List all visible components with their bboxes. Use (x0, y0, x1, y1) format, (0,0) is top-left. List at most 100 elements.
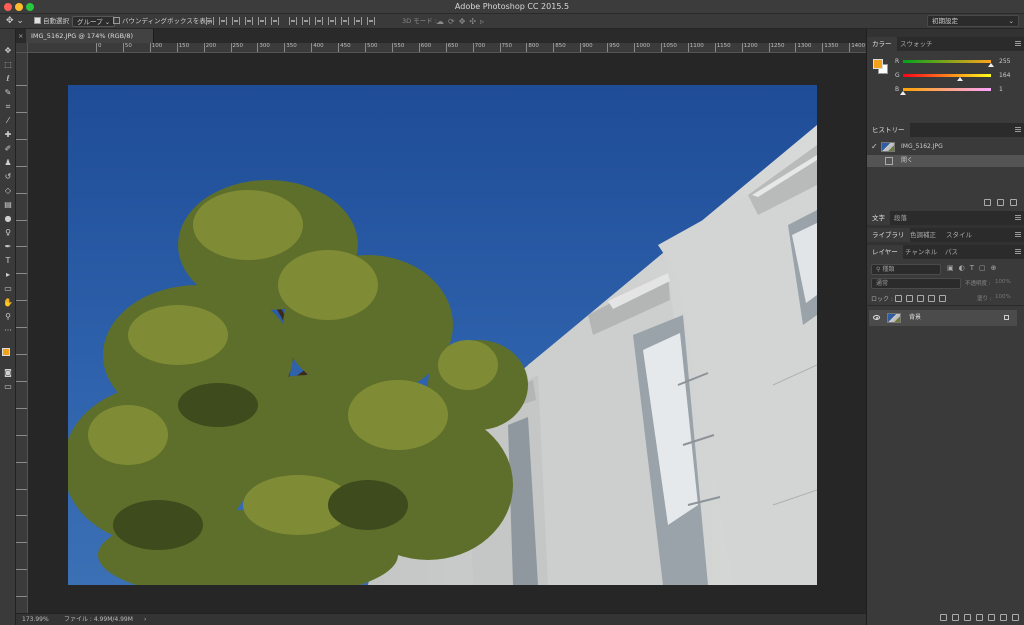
brush-tool[interactable]: ✐ (3, 144, 13, 154)
tab-adjustments[interactable]: 色調補正 (905, 228, 941, 242)
3d-mode-icons[interactable]: ☁⟳✥✣▹ (436, 16, 488, 27)
auto-align-icon[interactable] (367, 17, 375, 25)
distribute-left-icon[interactable] (328, 17, 336, 25)
quick-select-tool[interactable]: ✎ (3, 88, 13, 98)
new-layer-icon[interactable] (1000, 614, 1007, 621)
hand-tool[interactable]: ✋ (3, 298, 13, 308)
ruler-origin[interactable] (16, 43, 28, 53)
layer-filter-icons[interactable]: ▣◐T▢⊕ (947, 264, 1001, 272)
align-hcenter-icon[interactable] (258, 17, 266, 25)
panel-menu-icon[interactable] (1015, 232, 1021, 237)
history-state[interactable]: 開く (867, 155, 1024, 167)
align-top-icon[interactable] (206, 17, 214, 25)
blend-mode-dropdown[interactable]: 通常 (871, 278, 961, 289)
more-tools[interactable]: ··· (3, 326, 13, 336)
crop-tool[interactable]: ⌗ (3, 102, 13, 112)
tab-styles[interactable]: スタイル (941, 228, 977, 242)
tab-paths[interactable]: パス (940, 245, 963, 259)
lasso-tool[interactable]: ℓ (3, 74, 13, 84)
path-select-tool[interactable]: ▸ (3, 270, 13, 280)
lock-all-icon[interactable] (939, 295, 946, 302)
shape-tool[interactable]: ▭ (3, 284, 13, 294)
add-mask-icon[interactable] (964, 614, 971, 621)
tab-layers[interactable]: レイヤー (867, 245, 903, 259)
workspace-switcher[interactable]: 初期設定 ⌄ (927, 15, 1019, 27)
move-tool-preset-icon[interactable]: ✥ ⌄ (6, 16, 24, 27)
tab-history[interactable]: ヒストリー (867, 123, 910, 137)
slider-thumb-icon[interactable] (900, 91, 907, 95)
channel-value[interactable]: 164 (999, 72, 1010, 79)
align-left-icon[interactable] (245, 17, 253, 25)
layer-filter-dropdown[interactable]: ⚲ 種類 (871, 264, 941, 275)
visibility-eye-icon[interactable] (873, 315, 880, 320)
status-menu-arrow[interactable]: › (144, 614, 146, 625)
panel-menu-icon[interactable] (1015, 41, 1021, 46)
auto-select-target-dropdown[interactable]: グループ ⌄ (72, 16, 116, 27)
document-tab[interactable]: × IMG_5162.JPG @ 174% (RGB/8) (18, 29, 154, 43)
bounding-box-checkbox[interactable]: バウンディングボックスを表示 (113, 16, 212, 27)
slider-thumb-icon[interactable] (988, 63, 994, 67)
screen-mode-icon[interactable]: ▭ (3, 382, 13, 392)
channel-value[interactable]: 255 (999, 58, 1010, 65)
slider-thumb-icon[interactable] (956, 77, 963, 81)
trash-icon[interactable] (1012, 614, 1019, 621)
brush-source-icon[interactable]: ✓ (871, 141, 878, 153)
healing-tool[interactable]: ✚ (3, 130, 13, 140)
type-tool[interactable]: T (3, 256, 13, 266)
pen-tool[interactable]: ✒ (3, 242, 13, 252)
move-tool[interactable]: ✥ (3, 46, 13, 56)
quick-mask-icon[interactable]: ◙ (3, 368, 13, 378)
gradient-tool[interactable]: ▤ (3, 200, 13, 210)
new-snapshot-icon[interactable] (997, 199, 1004, 206)
align-right-icon[interactable] (271, 17, 279, 25)
panel-menu-icon[interactable] (1015, 127, 1021, 132)
tab-paragraph[interactable]: 段落 (889, 211, 912, 225)
opacity-value[interactable]: 100% (995, 279, 1011, 285)
channel-slider[interactable] (903, 88, 991, 91)
lock-transparent-icon[interactable] (895, 295, 902, 302)
file-size-info[interactable]: ファイル : 4.99M/4.99M (64, 614, 133, 625)
tab-color[interactable]: カラー (867, 37, 897, 51)
history-brush-tool[interactable]: ↺ (3, 172, 13, 182)
document-image[interactable] (68, 85, 817, 585)
zoom-tool[interactable]: ⚲ (3, 312, 13, 322)
foreground-color-swatch[interactable] (2, 348, 10, 356)
channel-slider[interactable] (903, 74, 991, 77)
auto-select-checkbox[interactable]: 自動選択 : (34, 16, 73, 27)
tab-channels[interactable]: チャンネル (900, 245, 942, 259)
new-group-icon[interactable] (988, 614, 995, 621)
align-vcenter-icon[interactable] (219, 17, 227, 25)
tab-character[interactable]: 文字 (867, 211, 890, 225)
layer-style-icon[interactable] (952, 614, 959, 621)
distribute-right-icon[interactable] (354, 17, 362, 25)
lock-position-icon[interactable] (917, 295, 924, 302)
dodge-tool[interactable]: ♀ (3, 228, 13, 238)
stamp-tool[interactable]: ♟ (3, 158, 13, 168)
eraser-tool[interactable]: ◇ (3, 186, 13, 196)
distribute-top-icon[interactable] (289, 17, 297, 25)
history-snapshot[interactable]: ✓ IMG_5162.JPG (867, 141, 1024, 153)
tab-swatches[interactable]: スウォッチ (895, 37, 938, 51)
zoom-level[interactable]: 173.99% (22, 614, 49, 625)
vertical-ruler[interactable] (16, 43, 28, 613)
eyedropper-tool[interactable]: ⁄ (3, 116, 13, 126)
link-layers-icon[interactable] (940, 614, 947, 621)
lock-icon[interactable] (1004, 315, 1009, 320)
layer-row-background[interactable]: 背景 (869, 310, 1017, 326)
distribute-vcenter-icon[interactable] (302, 17, 310, 25)
color-swatches[interactable] (2, 348, 14, 362)
channel-slider[interactable] (903, 60, 991, 63)
lock-image-icon[interactable] (906, 295, 913, 302)
marquee-tool[interactable]: ⬚ (3, 60, 13, 70)
tab-libraries[interactable]: ライブラリ (867, 228, 910, 242)
horizontal-ruler[interactable]: 0 50 100 150 200 250 300 350 400 450 500 550 600 650 7… (28, 43, 866, 53)
close-tab-icon[interactable]: × (18, 29, 23, 43)
trash-icon[interactable] (1010, 199, 1017, 206)
foreground-color-swatch[interactable] (873, 59, 883, 69)
panel-menu-icon[interactable] (1015, 249, 1021, 254)
align-bottom-icon[interactable] (232, 17, 240, 25)
blur-tool[interactable]: ● (3, 214, 13, 224)
channel-value[interactable]: 1 (999, 86, 1003, 93)
panel-menu-icon[interactable] (1015, 215, 1021, 220)
adjustment-layer-icon[interactable] (976, 614, 983, 621)
